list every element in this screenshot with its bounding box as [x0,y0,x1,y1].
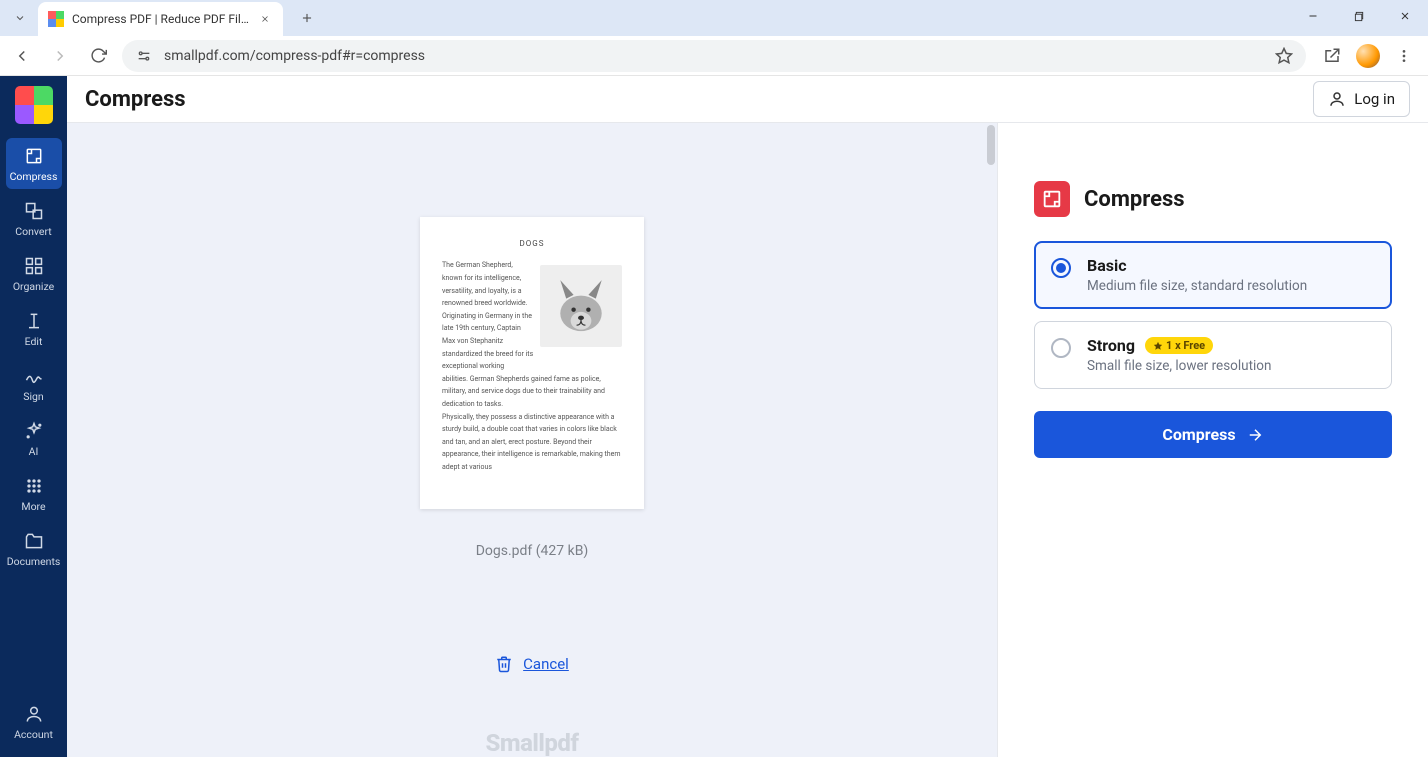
page-title: Compress [85,87,186,112]
documents-icon [24,531,44,551]
nav-reload-button[interactable] [84,42,112,70]
app-root: Compress Convert Organize Edit Sign AI M… [0,76,1428,757]
url-field[interactable]: smallpdf.com/compress-pdf#r=compress [122,40,1306,72]
rail-item-sign[interactable]: Sign [6,358,62,409]
rail-label: Edit [25,335,43,348]
brand-watermark: Smallpdf [485,729,578,757]
smallpdf-logo[interactable] [15,86,53,124]
url-text: smallpdf.com/compress-pdf#r=compress [164,48,425,64]
rail-label: AI [29,445,39,458]
document-title: DOGS [520,237,545,251]
login-label: Log in [1354,90,1395,108]
compress-cta-button[interactable]: Compress [1034,411,1392,458]
profile-avatar[interactable] [1356,44,1380,68]
account-icon [24,704,44,724]
option-basic-subtitle: Medium file size, standard resolution [1087,278,1307,294]
document-canvas: DOGS [67,123,998,757]
rail-item-edit[interactable]: Edit [6,303,62,354]
rail-label: Organize [13,280,54,293]
rail-item-compress[interactable]: Compress [6,138,62,189]
tab-bar: Compress PDF | Reduce PDF Fil… [0,0,1428,36]
user-icon [1328,90,1346,108]
radio-basic[interactable] [1051,258,1071,278]
cta-label: Compress [1162,425,1235,444]
file-info-label: Dogs.pdf (427 kB) [476,543,589,559]
document-image [540,265,622,347]
free-badge: 1 x Free [1145,337,1213,354]
compress-icon [24,146,44,166]
app-header: Compress Log in [67,76,1428,123]
organize-icon [24,256,44,276]
address-bar: smallpdf.com/compress-pdf#r=compress [0,36,1428,76]
rail-label: Documents [7,555,61,568]
nav-forward-button[interactable] [46,42,74,70]
doc-line: abilities. German Shepherds gained fame … [442,373,622,411]
window-controls [1290,0,1428,32]
panel-header: Compress [1034,181,1392,217]
trash-icon [495,655,513,673]
tab-close-button[interactable] [257,11,273,27]
main-area: Compress Log in DOGS [67,76,1428,757]
extensions-icon[interactable] [1322,46,1342,66]
cancel-label: Cancel [523,655,569,673]
options-panel: Compress Basic Medium file size, standar… [998,123,1428,757]
rail-item-account[interactable]: Account [6,696,62,747]
document-preview[interactable]: DOGS [420,217,644,509]
rail-item-convert[interactable]: Convert [6,193,62,244]
option-basic-title: Basic [1087,256,1127,275]
window-minimize-button[interactable] [1290,0,1336,32]
workspace: DOGS [67,123,1428,757]
radio-strong[interactable] [1051,338,1071,358]
rail-item-ai[interactable]: AI [6,413,62,464]
rail-item-documents[interactable]: Documents [6,523,62,574]
new-tab-button[interactable] [293,4,321,32]
star-icon [1153,341,1163,351]
option-basic[interactable]: Basic Medium file size, standard resolut… [1034,241,1392,309]
left-rail: Compress Convert Organize Edit Sign AI M… [0,76,67,757]
window-maximize-button[interactable] [1336,0,1382,32]
site-info-icon[interactable] [134,46,154,66]
browser-menu-icon[interactable] [1394,46,1414,66]
option-strong-subtitle: Small file size, lower resolution [1087,358,1271,374]
window-close-button[interactable] [1382,0,1428,32]
rail-label: Account [14,728,53,741]
sign-icon [24,366,44,386]
rail-label: Sign [23,390,43,403]
option-strong-title: Strong [1087,336,1135,355]
ai-icon [24,421,44,441]
login-button[interactable]: Log in [1313,81,1410,117]
doc-line: Physically, they possess a distinctive a… [442,411,622,474]
option-strong[interactable]: Strong 1 x Free Small file size, lower r… [1034,321,1392,389]
scrollbar[interactable] [987,125,995,165]
convert-icon [24,201,44,221]
dog-image-icon [544,269,618,343]
bookmark-icon[interactable] [1274,46,1294,66]
more-icon [24,476,44,496]
rail-label: Compress [10,170,58,183]
document-body: The German Shepherd, known for its intel… [442,259,622,473]
cancel-button[interactable]: Cancel [495,655,569,673]
browser-toolbar-right [1316,44,1420,68]
panel-title: Compress [1084,187,1185,212]
tab-title: Compress PDF | Reduce PDF Fil… [72,12,249,26]
browser-chrome: Compress PDF | Reduce PDF Fil… smallpdf.… [0,0,1428,76]
tab-search-dropdown[interactable] [8,6,32,30]
edit-icon [24,311,44,331]
rail-item-more[interactable]: More [6,468,62,519]
rail-item-organize[interactable]: Organize [6,248,62,299]
smallpdf-favicon [48,11,64,27]
arrow-right-icon [1246,426,1264,444]
rail-label: More [21,500,45,513]
compress-panel-icon [1034,181,1070,217]
browser-tab-active[interactable]: Compress PDF | Reduce PDF Fil… [38,2,283,36]
nav-back-button[interactable] [8,42,36,70]
rail-label: Convert [15,225,51,238]
